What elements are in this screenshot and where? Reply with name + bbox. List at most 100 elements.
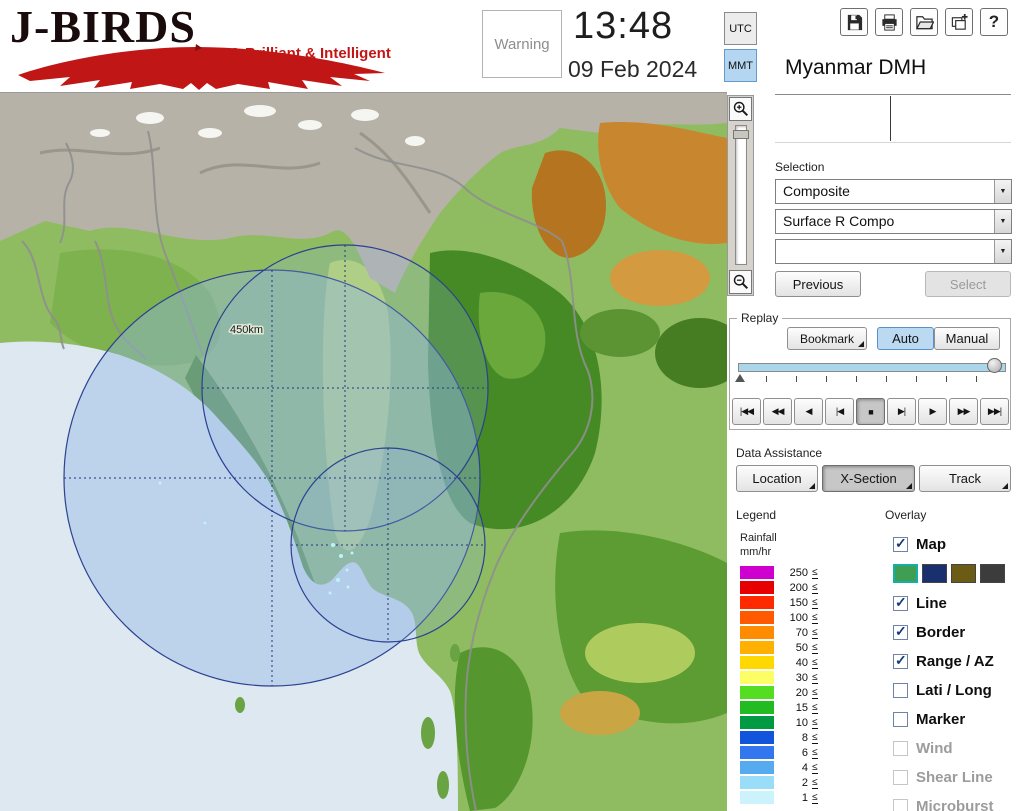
legend-value: 1 [801, 791, 808, 804]
overlay-item-label: Shear Line [916, 769, 993, 786]
help-button[interactable]: ? [980, 8, 1008, 36]
timeline-tick [976, 376, 977, 382]
marker-checkbox[interactable] [893, 712, 908, 727]
zoom-out-button[interactable] [729, 270, 752, 294]
map-style-olive[interactable] [951, 564, 976, 583]
overlay-item-wind: Wind [893, 734, 1030, 763]
overlay-item-label: Range / AZ [916, 653, 994, 670]
warning-label: Warning [494, 35, 550, 53]
track-button[interactable]: Track [919, 465, 1011, 492]
legend-value: 250 [789, 566, 808, 579]
timeline-tick [796, 376, 797, 382]
capture-icon [951, 13, 968, 30]
timeline-handle[interactable] [987, 358, 1002, 373]
skip-to-end-button[interactable]: ▶▶| [980, 398, 1009, 425]
map-checkbox[interactable] [893, 535, 908, 552]
timeline-tick [946, 376, 947, 382]
legend-suffix: ≤ [812, 791, 818, 804]
chevron-down-icon[interactable]: ▼ [994, 210, 1011, 233]
map-style-terrain-green[interactable] [893, 564, 918, 583]
open-button[interactable] [910, 8, 938, 36]
timeline-tick [916, 376, 917, 382]
xsection-button[interactable]: X-Section [822, 465, 915, 492]
replay-label: Replay [737, 311, 783, 325]
legend-row: 4 ≤ [740, 760, 818, 775]
overlay-item-marker: Marker [893, 705, 1030, 734]
elevation-dropdown[interactable]: ▼ [775, 239, 1012, 264]
location-button[interactable]: Location [736, 465, 818, 492]
overlay-panel: Map Line Border Range / AZ Lati / Long M… [893, 531, 1030, 811]
overlay-item-label: Line [916, 595, 947, 612]
border-checkbox[interactable] [893, 623, 908, 640]
map-style-swatches [893, 558, 1030, 589]
range-az-checkbox[interactable] [893, 652, 908, 669]
fast-rewind-button[interactable]: ◀◀ [763, 398, 792, 425]
legend-row: 2 ≤ [740, 775, 818, 790]
legend-color-swatch [740, 701, 774, 714]
legend-suffix: ≤ [812, 746, 818, 759]
zoom-slider-thumb[interactable] [733, 130, 749, 139]
magnifier-minus-icon [733, 274, 748, 290]
legend-row: 1 ≤ [740, 790, 818, 805]
skip-to-start-button[interactable]: |◀◀ [732, 398, 761, 425]
overlay-item-border: Border [893, 618, 1030, 647]
save-icon [847, 14, 862, 30]
utc-button[interactable]: UTC [724, 12, 757, 45]
legend-value: 2 [801, 776, 808, 789]
capture-button[interactable] [945, 8, 973, 36]
microburst-checkbox [893, 799, 908, 811]
map-style-dark-gray[interactable] [980, 564, 1005, 583]
product-dropdown[interactable]: Surface R Compo ▼ [775, 209, 1012, 234]
legend-row: 10 ≤ [740, 715, 818, 730]
step-back-button[interactable]: |◀ [825, 398, 854, 425]
play-button[interactable]: ▶ [918, 398, 947, 425]
replay-timeline-slider[interactable] [738, 363, 1006, 372]
playback-controls: |◀◀ ◀◀ ◀ |◀ ■ ▶| ▶ ▶▶ ▶▶| [732, 398, 1009, 425]
chevron-down-icon[interactable]: ▼ [994, 180, 1011, 203]
bookmark-button[interactable]: Bookmark [787, 327, 867, 350]
legend-value: 20 [795, 686, 808, 699]
legend-scale: 250 ≤ 200 ≤ 150 ≤ 100 ≤ 70 ≤ 50 ≤ 40 ≤ 30 ≤ 20 ≤ … [740, 565, 818, 805]
save-button[interactable] [840, 8, 868, 36]
legend-suffix: ≤ [812, 626, 818, 639]
fast-forward-button[interactable]: ▶▶ [949, 398, 978, 425]
legend-value: 10 [795, 716, 808, 729]
legend-unit-line2: mm/hr [740, 546, 772, 558]
legend-value: 15 [795, 701, 808, 714]
zoom-slider[interactable] [733, 125, 749, 265]
timeline-tick [766, 376, 767, 382]
legend-suffix: ≤ [812, 686, 818, 699]
legend-row: 40 ≤ [740, 655, 818, 670]
map-svg: 450km [0, 93, 745, 811]
legend-color-swatch [740, 716, 774, 729]
overlay-item-line: Line [893, 589, 1030, 618]
zoom-in-button[interactable] [729, 97, 752, 121]
radar-map[interactable]: 450km [0, 93, 745, 811]
legend-color-swatch [740, 746, 774, 759]
legend-suffix: ≤ [812, 776, 818, 789]
legend-row: 15 ≤ [740, 700, 818, 715]
print-button[interactable] [875, 8, 903, 36]
play-reverse-button[interactable]: ◀ [794, 398, 823, 425]
map-style-dark-blue[interactable] [922, 564, 947, 583]
line-checkbox[interactable] [893, 594, 908, 611]
auto-toggle-button[interactable]: Auto [877, 327, 934, 350]
stop-button[interactable]: ■ [856, 398, 885, 425]
overlay-item-range-az: Range / AZ [893, 647, 1030, 676]
lati-long-checkbox[interactable] [893, 683, 908, 698]
product-dropdown-value: Surface R Compo [783, 213, 895, 229]
category-dropdown[interactable]: Composite ▼ [775, 179, 1012, 204]
previous-button[interactable]: Previous [775, 271, 861, 297]
legend-row: 70 ≤ [740, 625, 818, 640]
legend-row: 6 ≤ [740, 745, 818, 760]
select-button[interactable]: Select [925, 271, 1011, 297]
manual-toggle-button[interactable]: Manual [934, 327, 1000, 350]
org-name: Myanmar DMH [785, 56, 927, 79]
legend-color-swatch [740, 656, 774, 669]
timeline-start-marker [735, 374, 745, 382]
chevron-down-icon[interactable]: ▼ [994, 240, 1011, 263]
overlay-item-microburst: Microburst [893, 792, 1030, 811]
step-forward-button[interactable]: ▶| [887, 398, 916, 425]
mmt-button[interactable]: MMT [724, 49, 757, 82]
overlay-item-label: Marker [916, 711, 966, 728]
